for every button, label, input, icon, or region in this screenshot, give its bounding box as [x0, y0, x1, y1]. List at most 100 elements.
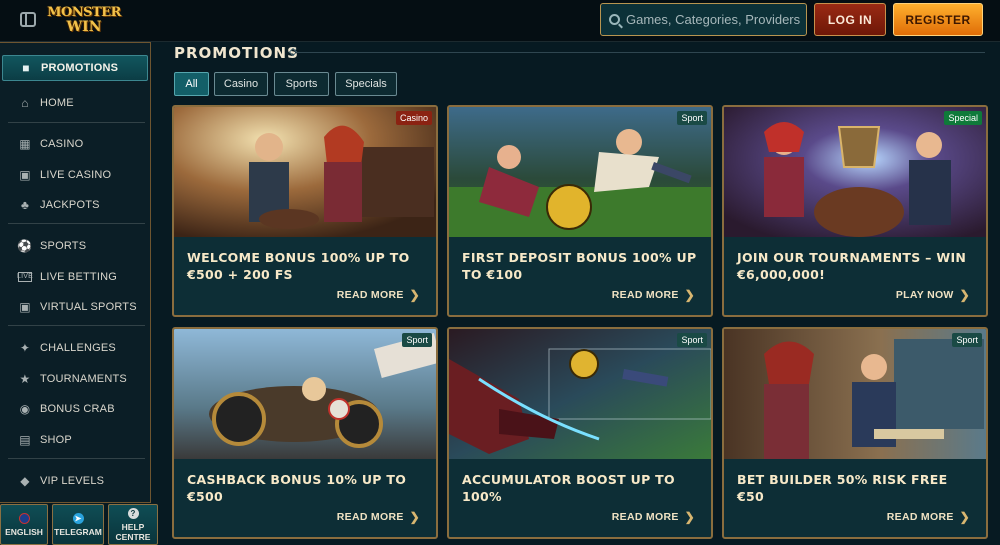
filter-sports[interactable]: Sports	[274, 72, 329, 96]
category-badge: Casino	[395, 111, 432, 125]
read-more-link[interactable]: READ MORE ❯	[612, 288, 695, 302]
promo-title: CASHBACK BONUS 10% UP TO €500	[187, 472, 407, 504]
language-button[interactable]: ENGLISH	[0, 504, 48, 545]
bag-icon: ▤	[19, 432, 31, 447]
clover-icon: ♣	[20, 197, 30, 212]
sidebar-item-shop[interactable]: ▤ SHOP	[2, 426, 148, 453]
divider	[8, 458, 145, 459]
crab-icon: ◉	[19, 401, 31, 416]
sidebar-item-bonus-crab[interactable]: ◉ BONUS CRAB	[2, 395, 148, 422]
telegram-button[interactable]: ➤ TELEGRAM	[52, 504, 104, 545]
login-button[interactable]: LOG IN	[814, 3, 886, 36]
category-badge: Sport	[677, 333, 707, 347]
logo-line-1: MONSTER	[47, 5, 121, 20]
register-button[interactable]: REGISTER	[893, 3, 983, 36]
filter-specials[interactable]: Specials	[335, 72, 397, 96]
medal-icon: ✦	[19, 340, 31, 355]
cards-icon: ▣	[19, 167, 31, 182]
promo-card[interactable]: Sport CASHBACK BONUS 10% UP TO €500 READ…	[172, 327, 438, 539]
sidebar-item-challenges[interactable]: ✦ CHALLENGES	[2, 334, 148, 361]
sidebar-toggle-icon[interactable]	[20, 12, 36, 27]
search-input[interactable]	[626, 12, 804, 27]
promo-card[interactable]: Sport FIRST DEPOSIT BONUS 100% UP TO €10…	[447, 105, 713, 317]
sidebar-item-tournaments[interactable]: ★ TOURNAMENTS	[2, 365, 148, 392]
chevron-right-icon: ❯	[959, 510, 970, 524]
chevron-right-icon: ❯	[684, 288, 695, 302]
filter-casino[interactable]: Casino	[214, 72, 268, 96]
sidebar-item-live-betting[interactable]: LIVE LIVE BETTING	[2, 263, 148, 290]
title-divider	[295, 52, 985, 53]
promo-image	[174, 329, 436, 459]
cta-label: PLAY NOW	[895, 289, 954, 301]
live-icon: LIVE	[17, 271, 33, 282]
chevron-right-icon: ❯	[409, 288, 420, 302]
category-badge: Sport	[402, 333, 432, 347]
search-box[interactable]	[600, 3, 807, 36]
sidebar-item-label: SPORTS	[40, 239, 87, 252]
promo-image	[174, 107, 436, 237]
read-more-link[interactable]: READ MORE ❯	[337, 510, 420, 524]
sidebar-item-label: LIVE CASINO	[40, 168, 112, 181]
promo-card[interactable]: Sport BET BUILDER 50% RISK FREE €50 READ…	[722, 327, 988, 539]
diamond-icon: ◆	[20, 473, 30, 488]
help-label-2: CENTRE	[115, 531, 151, 542]
promo-title: JOIN OUR TOURNAMENTS – WIN €6,000,000!	[737, 250, 967, 282]
sidebar-item-casino[interactable]: ▦ CASINO	[2, 130, 148, 157]
sidebar-item-virtual-sports[interactable]: ▣ VIRTUAL SPORTS	[2, 293, 148, 320]
chevron-right-icon: ❯	[959, 288, 970, 302]
top-header: MONSTER WIN LOG IN REGISTER	[0, 0, 1000, 42]
page-title: PROMOTIONS	[174, 44, 299, 62]
sidebar-item-vip-levels[interactable]: ◆ VIP LEVELS	[2, 467, 148, 494]
play-now-link[interactable]: PLAY NOW ❯	[896, 288, 970, 302]
sidebar-item-label: PROMOTIONS	[41, 62, 119, 74]
divider	[8, 325, 145, 326]
cta-label: READ MORE	[611, 511, 679, 523]
promo-image	[724, 329, 986, 459]
divider	[8, 223, 145, 224]
promo-card[interactable]: Sport ACCUMULATOR BOOST UP TO 100% READ …	[447, 327, 713, 539]
promo-title: BET BUILDER 50% RISK FREE €50	[737, 472, 948, 504]
sidebar-item-label: CHALLENGES	[40, 341, 116, 354]
home-icon: ⌂	[21, 95, 29, 110]
promo-card[interactable]: Casino WELCOME BONUS 100% UP TO €500 + 2…	[172, 105, 438, 317]
promo-icon: ■	[22, 61, 30, 75]
divider	[8, 122, 145, 123]
promo-image	[449, 107, 711, 237]
category-badge: Special	[944, 111, 982, 125]
category-badge: Sport	[677, 111, 707, 125]
sidebar-item-label: HOME	[40, 96, 74, 109]
promo-image	[449, 329, 711, 459]
sidebar-item-label: LIVE BETTING	[40, 270, 117, 283]
promo-image	[724, 107, 986, 237]
filter-all[interactable]: All	[174, 72, 209, 96]
sidebar-item-label: CASINO	[40, 137, 84, 150]
slot-icon: ▦	[19, 136, 31, 151]
cta-label: READ MORE	[336, 511, 404, 523]
trophy-icon: ★	[19, 371, 31, 386]
promo-title: WELCOME BONUS 100% UP TO €500 + 200 FS	[187, 250, 410, 282]
sidebar: ■ PROMOTIONS ⌂ HOME ▦ CASINO ▣ LIVE CASI…	[0, 42, 151, 503]
search-icon	[609, 14, 620, 25]
read-more-link[interactable]: READ MORE ❯	[612, 510, 695, 524]
sidebar-item-label: SHOP	[40, 433, 72, 446]
logo-line-2: WIN	[66, 19, 102, 35]
promo-card[interactable]: Special JOIN OUR TOURNAMENTS – WIN €6,00…	[722, 105, 988, 317]
sidebar-item-jackpots[interactable]: ♣ JACKPOTS	[2, 191, 148, 218]
sidebar-item-label: BONUS CRAB	[40, 402, 115, 415]
sidebar-item-sports[interactable]: ⚽ SPORTS	[2, 232, 148, 259]
sidebar-item-live-casino[interactable]: ▣ LIVE CASINO	[2, 161, 148, 188]
sidebar-item-label: VIRTUAL SPORTS	[40, 300, 137, 313]
sidebar-item-promotions[interactable]: ■ PROMOTIONS	[2, 55, 148, 81]
language-label: ENGLISH	[5, 526, 43, 537]
telegram-icon: ➤	[72, 512, 84, 524]
logo[interactable]: MONSTER WIN	[47, 3, 121, 37]
read-more-link[interactable]: READ MORE ❯	[887, 510, 970, 524]
read-more-link[interactable]: READ MORE ❯	[337, 288, 420, 302]
telegram-label: TELEGRAM	[54, 526, 102, 537]
uk-flag-icon	[18, 512, 30, 524]
help-centre-button[interactable]: ? HELP CENTRE	[108, 504, 158, 545]
monitor-icon: ▣	[19, 299, 31, 314]
help-icon: ?	[127, 507, 139, 519]
sidebar-item-home[interactable]: ⌂ HOME	[2, 89, 148, 116]
category-badge: Sport	[952, 333, 982, 347]
